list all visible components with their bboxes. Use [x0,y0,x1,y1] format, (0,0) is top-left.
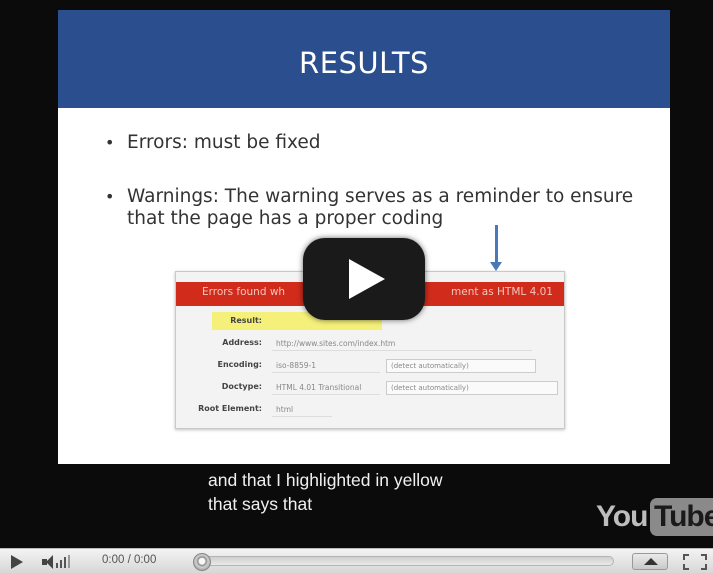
validator-row-address: Address: http://www.sites.com/index.htm [176,334,564,356]
speaker-cone [46,555,53,569]
row-label: Result: [230,316,262,325]
big-play-button[interactable] [303,238,425,320]
volume-icon[interactable] [42,555,76,569]
corner-bl [683,564,689,570]
root-element-field: html [272,403,332,417]
fullscreen-icon[interactable] [683,554,707,570]
time-display: 0:00 / 0:00 [102,554,157,566]
screen-size-button[interactable] [632,553,668,570]
player-controls: 0:00 / 0:00 [0,548,713,573]
arrow-head [490,262,502,271]
bullet-text: Errors: must be fixed [127,132,321,153]
validator-row-doctype: Doctype: HTML 4.01 Transitional (detect … [176,378,564,400]
doctype-select: (detect automatically) [386,381,558,395]
corner-br [701,564,707,570]
slide-header: RESULTS [58,10,670,108]
logo-tube: Tube [650,498,713,536]
progress-knob[interactable] [193,553,211,571]
arrow-down-icon [495,225,498,267]
banner-text: Errors found wh [202,286,286,298]
presentation-slide: RESULTS • Errors: must be fixed • Warnin… [58,10,670,464]
encoding-select: (detect automatically) [386,359,536,373]
encoding-field: iso-8859-1 [272,359,380,373]
row-label: Doctype: [221,382,262,391]
logo-you: You [596,500,648,533]
video-player: RESULTS • Errors: must be fixed • Warnin… [0,0,713,573]
row-label: Address: [222,338,262,347]
subtitle-line-2: that says that [208,494,313,514]
big-play-icon [349,259,385,299]
corner-tr [701,554,707,560]
subtitle-line-1: and that I highlighted in yellow [208,470,443,490]
address-field: http://www.sites.com/index.htm [272,337,532,351]
bullet-dot-icon: • [105,133,115,152]
volume-bar [64,557,66,568]
row-label: Root Element: [198,404,262,413]
youtube-logo[interactable]: You Tube [596,496,713,540]
subtitles: and that I highlighted in yellow that sa… [208,468,442,516]
volume-bar [56,563,58,568]
progress-bar[interactable] [198,556,614,566]
doctype-field: HTML 4.01 Transitional [272,381,380,395]
volume-bar [68,555,70,568]
bullet-dot-icon: • [105,187,115,206]
screen-size-icon [644,558,658,565]
slide-title: RESULTS [299,46,429,80]
video-area[interactable]: RESULTS • Errors: must be fixed • Warnin… [0,0,713,548]
validator-row-root: Root Element: html [176,400,564,422]
corner-tl [683,554,689,560]
bullet-text: Warnings: The warning serves as a remind… [127,186,634,229]
banner-text-tail: ment as HTML 4.01 [451,286,553,298]
play-icon[interactable] [11,555,23,569]
volume-bar [60,560,62,568]
validator-row-encoding: Encoding: iso-8859-1 (detect automatical… [176,356,564,378]
bullet-errors: • Errors: must be fixed [105,132,647,154]
row-label: Encoding: [217,360,263,369]
bullet-warnings: • Warnings: The warning serves as a remi… [105,186,652,230]
